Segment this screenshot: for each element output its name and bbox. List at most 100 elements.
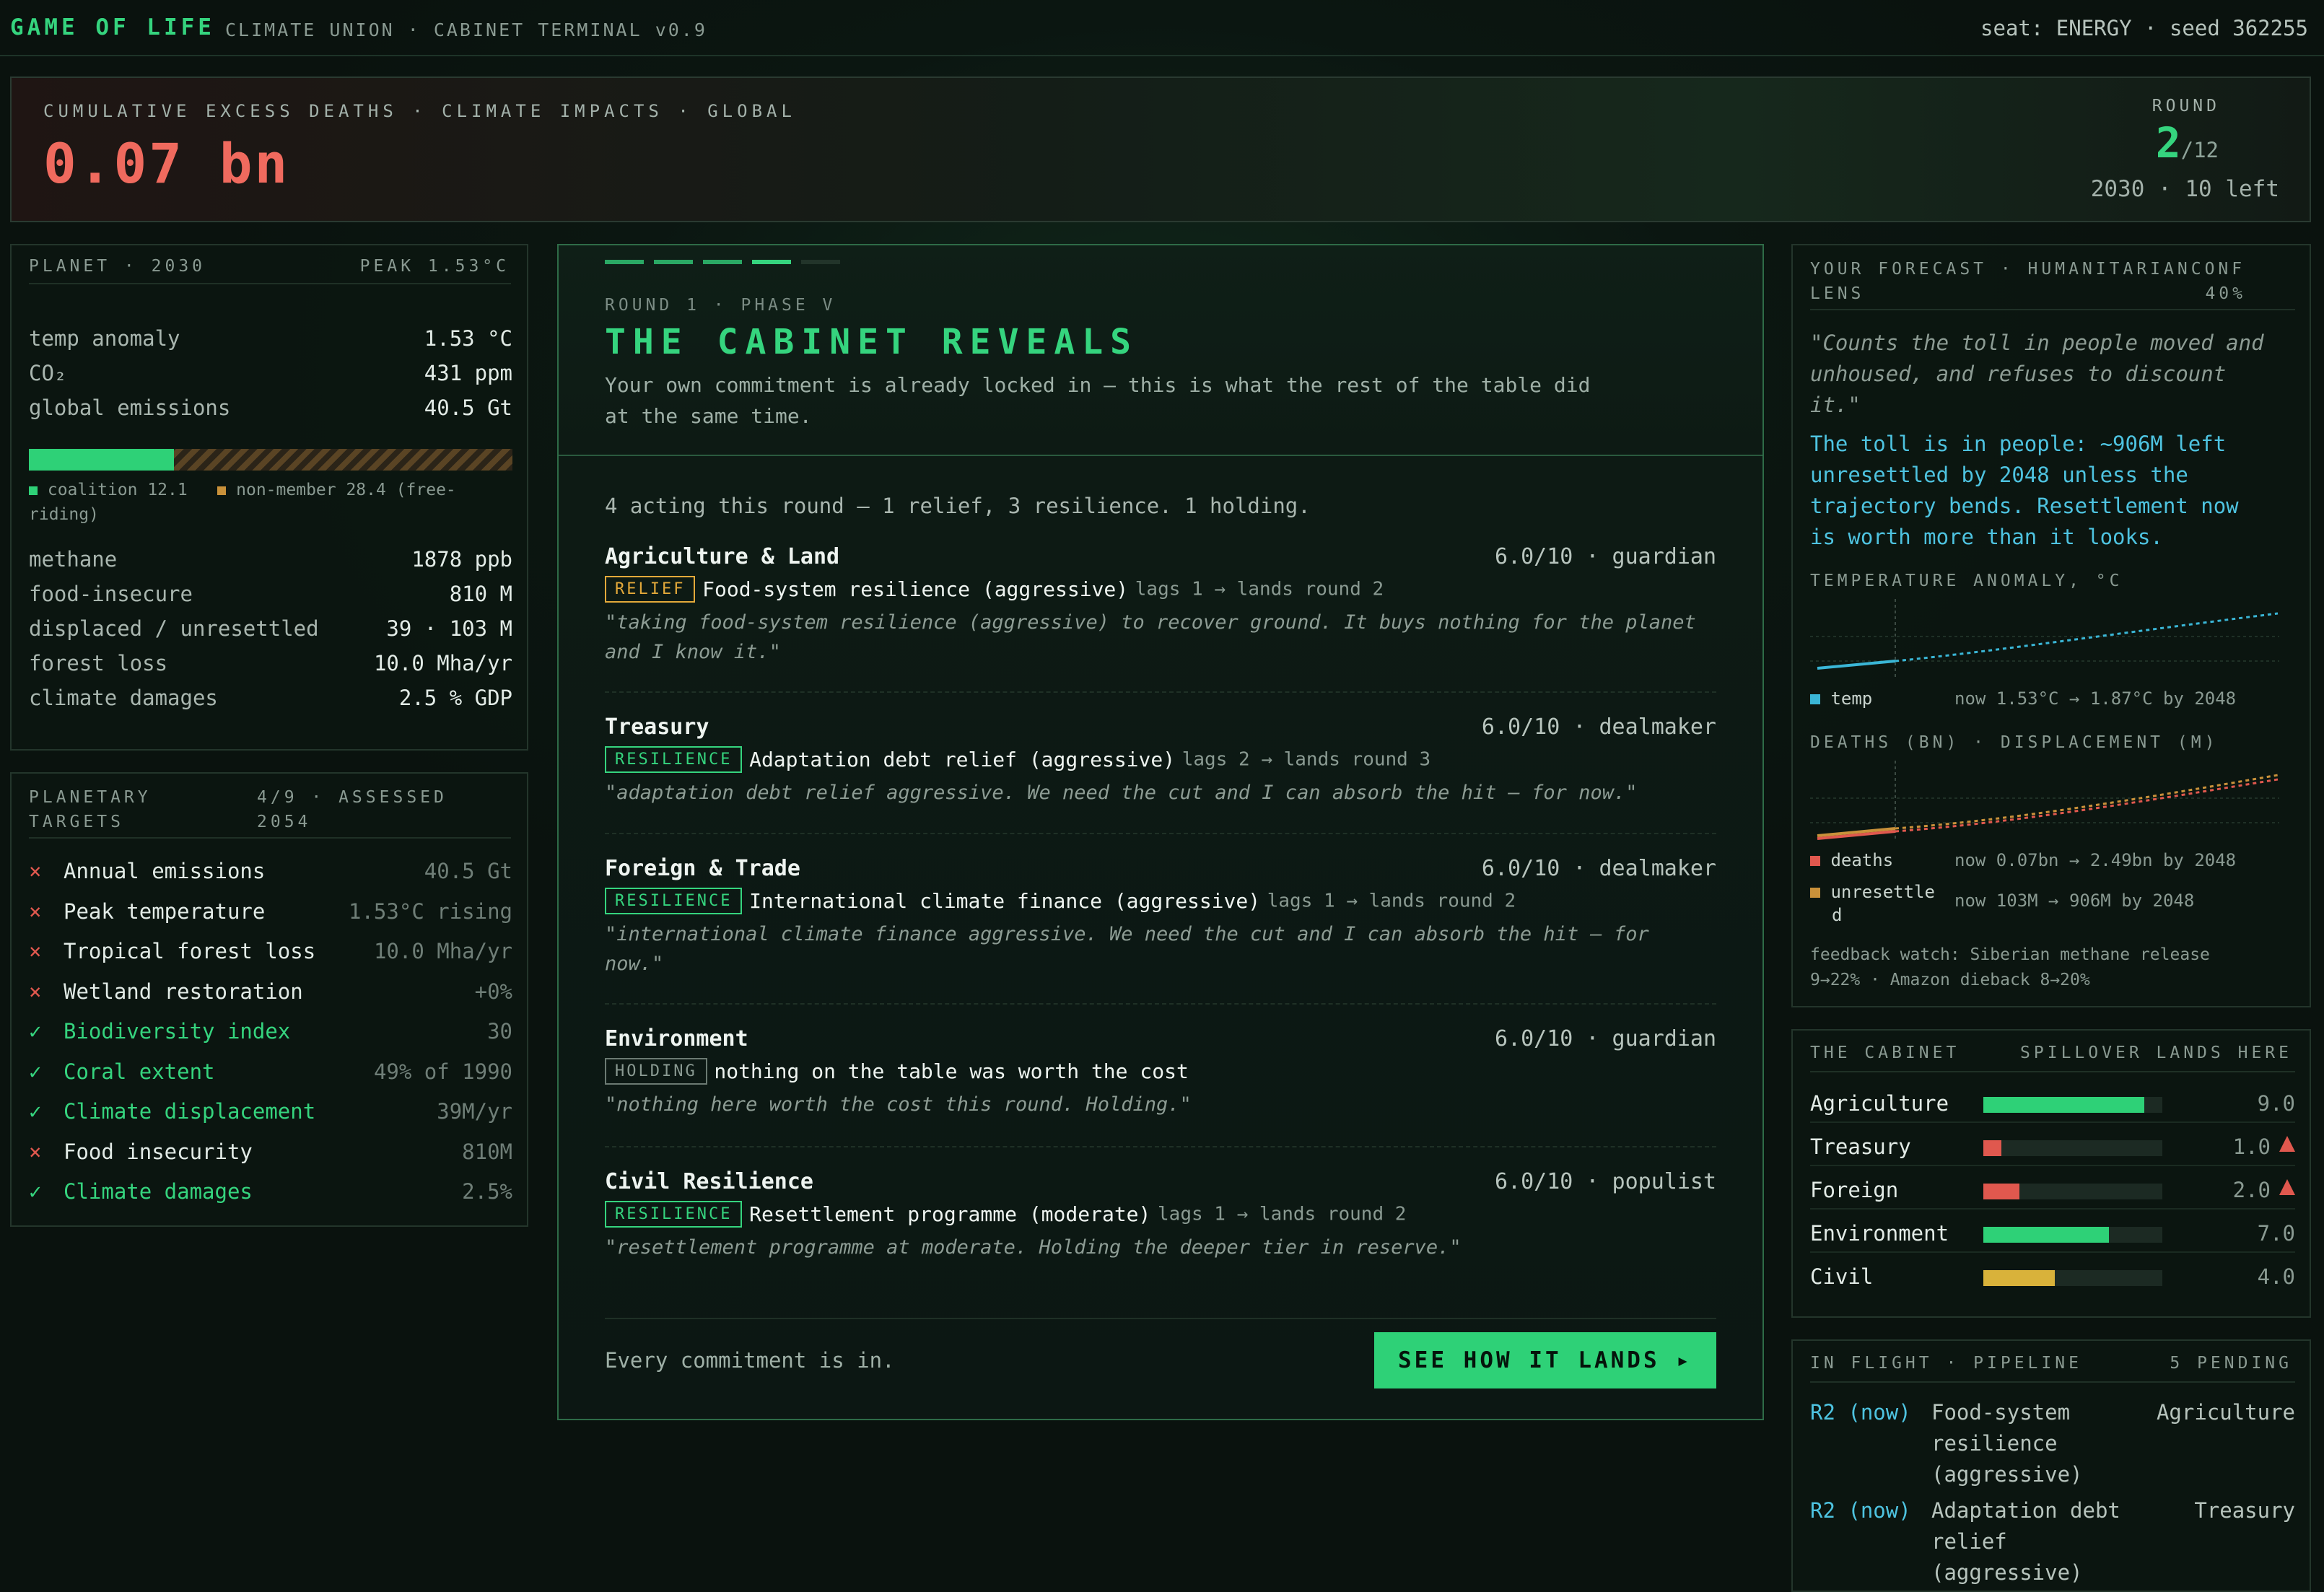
department-score: 6.0/10 · guardian bbox=[1494, 1026, 1716, 1051]
cabinet-summary: 4 acting this round — 1 relief, 3 resili… bbox=[605, 494, 1311, 518]
feedback-watch: feedback watch: Siberian methane release… bbox=[1810, 945, 2210, 989]
target-label: Tropical forest loss bbox=[64, 939, 316, 963]
target-label: Climate damages bbox=[64, 1179, 253, 1204]
spillover-row: Agriculture 9.0 bbox=[1810, 1081, 2295, 1123]
action-tag: RESILIENCE bbox=[605, 746, 743, 773]
spillover-bar bbox=[1983, 1097, 2162, 1113]
check-icon: ✓ bbox=[29, 1019, 42, 1044]
pipeline-dept: Treasury bbox=[2194, 1498, 2295, 1523]
spillover-value: 7.0 bbox=[2257, 1221, 2295, 1246]
check-icon: ✓ bbox=[29, 1099, 42, 1124]
check-icon: ✓ bbox=[29, 1059, 42, 1084]
seat-info: seat: ENERGY · seed 362255 bbox=[1980, 16, 2308, 40]
app-brand: GAME OF LIFE bbox=[10, 14, 215, 40]
see-how-it-lands-button[interactable]: SEE HOW IT LANDS ▸ bbox=[1374, 1332, 1716, 1388]
pipeline-action: Adaptation debt relief (aggressive) bbox=[1931, 1498, 2120, 1585]
spillover-fill bbox=[1983, 1227, 2109, 1243]
action-label: International climate finance (aggressiv… bbox=[749, 889, 1261, 913]
pipeline-dept: Agriculture bbox=[2156, 1400, 2295, 1425]
deaths-banner: CUMULATIVE EXCESS DEATHS · CLIMATE IMPAC… bbox=[10, 76, 2311, 222]
spillover-row: Treasury 1.0 bbox=[1810, 1124, 2295, 1166]
target-row: ✓ Climate displacement 39M/yr bbox=[29, 1099, 512, 1128]
planet-title: PLANET · 2030 bbox=[29, 257, 206, 276]
cross-icon: × bbox=[29, 1139, 42, 1164]
check-icon: ✓ bbox=[29, 1179, 42, 1204]
target-value: 10.0 Mha/yr bbox=[373, 939, 512, 963]
action-lag: lags 1 → lands round 2 bbox=[1158, 1203, 1407, 1225]
member-quote: "adaptation debt relief aggressive. We n… bbox=[605, 782, 1638, 804]
emissions-split-bar bbox=[29, 449, 512, 471]
target-row: × Tropical forest loss 10.0 Mha/yr bbox=[29, 939, 512, 968]
stat-row: temp anomaly 1.53 °C bbox=[29, 326, 512, 351]
department-score: 6.0/10 · dealmaker bbox=[1481, 714, 1716, 740]
target-value: 30 bbox=[487, 1019, 512, 1044]
pipeline-item: R2 (now) Food-system resilience (aggressive… bbox=[1810, 1397, 2295, 1491]
stat-row: global emissions 40.5 Gt bbox=[29, 395, 512, 420]
member-quote: "international climate finance aggressiv… bbox=[605, 923, 1649, 975]
action-label: Resettlement programme (moderate) bbox=[749, 1202, 1151, 1226]
temp-chart bbox=[1810, 599, 2279, 678]
action-label: nothing on the table was worth the cost bbox=[714, 1059, 1189, 1083]
spillover-dept: Environment bbox=[1810, 1221, 1949, 1246]
spillover-right: SPILLOVER LANDS HERE bbox=[2020, 1044, 2292, 1062]
spillover-fill bbox=[1983, 1097, 2145, 1113]
department-name: Environment bbox=[605, 1026, 748, 1051]
spillover-bar bbox=[1983, 1270, 2162, 1286]
spillover-dept: Treasury bbox=[1810, 1134, 1911, 1159]
warning-icon bbox=[2279, 1179, 2295, 1195]
spillover-bar bbox=[1983, 1140, 2162, 1156]
stat-row: forest loss 10.0 Mha/yr bbox=[29, 651, 512, 675]
cross-icon: × bbox=[29, 979, 42, 1004]
cabinet-member-2: Foreign & Trade 6.0/10 · dealmaker RESILIE… bbox=[605, 856, 1716, 1005]
spillover-fill bbox=[1983, 1140, 2001, 1156]
deaths-legend: deaths now 0.07bn → 2.49bn by 2048 bbox=[1810, 850, 2301, 870]
cabinet-member-0: Agriculture & Land 6.0/10 · guardian RELIE… bbox=[605, 544, 1716, 693]
spillover-row: Environment 7.0 bbox=[1810, 1211, 2295, 1253]
cross-icon: × bbox=[29, 939, 42, 963]
pipeline-panel: IN FLIGHT · PIPELINE 5 PENDING R2 (now) F… bbox=[1791, 1339, 2311, 1592]
targets-panel: PLANETARY TARGETS 4/9 · ASSESSED 2054 × Ann… bbox=[10, 772, 528, 1227]
action-tag: RELIEF bbox=[605, 576, 696, 603]
cabinet-panel: ROUND 1 · PHASE V THE CABINET REVEALS Yo… bbox=[557, 244, 1764, 1420]
spillover-panel: THE CABINET SPILLOVER LANDS HERE Agricul… bbox=[1791, 1029, 2311, 1318]
spillover-dept: Agriculture bbox=[1810, 1091, 1949, 1116]
cabinet-intro: Your own commitment is already locked in… bbox=[605, 373, 1591, 428]
target-label: Wetland restoration bbox=[64, 979, 303, 1004]
action-label: Food-system resilience (aggressive) bbox=[702, 577, 1129, 601]
spillover-fill bbox=[1983, 1184, 2019, 1199]
lens-quote: "Counts the toll in people moved and unho… bbox=[1810, 331, 2264, 417]
target-label: Peak temperature bbox=[64, 898, 266, 924]
target-label: Biodiversity index bbox=[64, 1019, 291, 1044]
action-tag: RESILIENCE bbox=[605, 888, 743, 914]
targets-title: PLANETARY TARGETS bbox=[29, 788, 152, 831]
spillover-bar bbox=[1983, 1227, 2162, 1243]
temp-legend: temp now 1.53°C → 1.87°C by 2048 bbox=[1810, 688, 2301, 709]
spillover-dept: Foreign bbox=[1810, 1178, 1899, 1202]
stat-row: methane 1878 ppb bbox=[29, 547, 512, 572]
action-lag: lags 1 → lands round 2 bbox=[1135, 578, 1384, 600]
spillover-fill bbox=[1983, 1270, 2056, 1286]
deaths-chart bbox=[1810, 761, 2279, 840]
deaths-label: CUMULATIVE EXCESS DEATHS · CLIMATE IMPAC… bbox=[43, 101, 796, 121]
stat-row: food-insecure 810 M bbox=[29, 582, 512, 606]
department-name: Foreign & Trade bbox=[605, 856, 800, 881]
cabinet-member-4: Civil Resilience 6.0/10 · populist RESILIE… bbox=[605, 1169, 1716, 1309]
cabinet-title: THE CABINET REVEALS bbox=[605, 322, 1139, 362]
spillover-row: Foreign 2.0 bbox=[1810, 1168, 2295, 1210]
target-value: 40.5 Gt bbox=[424, 859, 512, 883]
target-label: Climate displacement bbox=[64, 1099, 316, 1124]
member-quote: "resettlement programme at moderate. Hol… bbox=[605, 1236, 1462, 1259]
target-row: × Peak temperature 1.53°C rising bbox=[29, 899, 512, 928]
target-value: 49% of 1990 bbox=[373, 1059, 512, 1084]
forecast-panel: YOUR FORECAST · HUMANITARIANCONF LENS 40% … bbox=[1791, 244, 2311, 1007]
action-label: Adaptation debt relief (aggressive) bbox=[749, 748, 1176, 771]
pipeline-count: 5 PENDING bbox=[2170, 1354, 2292, 1373]
round-label: ROUND bbox=[2152, 97, 2220, 115]
target-row: × Annual emissions 40.5 Gt bbox=[29, 859, 512, 888]
action-tag: RESILIENCE bbox=[605, 1201, 743, 1228]
coalition-fill bbox=[29, 449, 174, 471]
action-lag: lags 1 → lands round 2 bbox=[1267, 890, 1516, 912]
commitment-status: Every commitment is in. bbox=[605, 1348, 895, 1373]
targets-assessed: 4/9 · ASSESSED 2054 bbox=[257, 788, 447, 831]
cross-icon: × bbox=[29, 898, 42, 924]
